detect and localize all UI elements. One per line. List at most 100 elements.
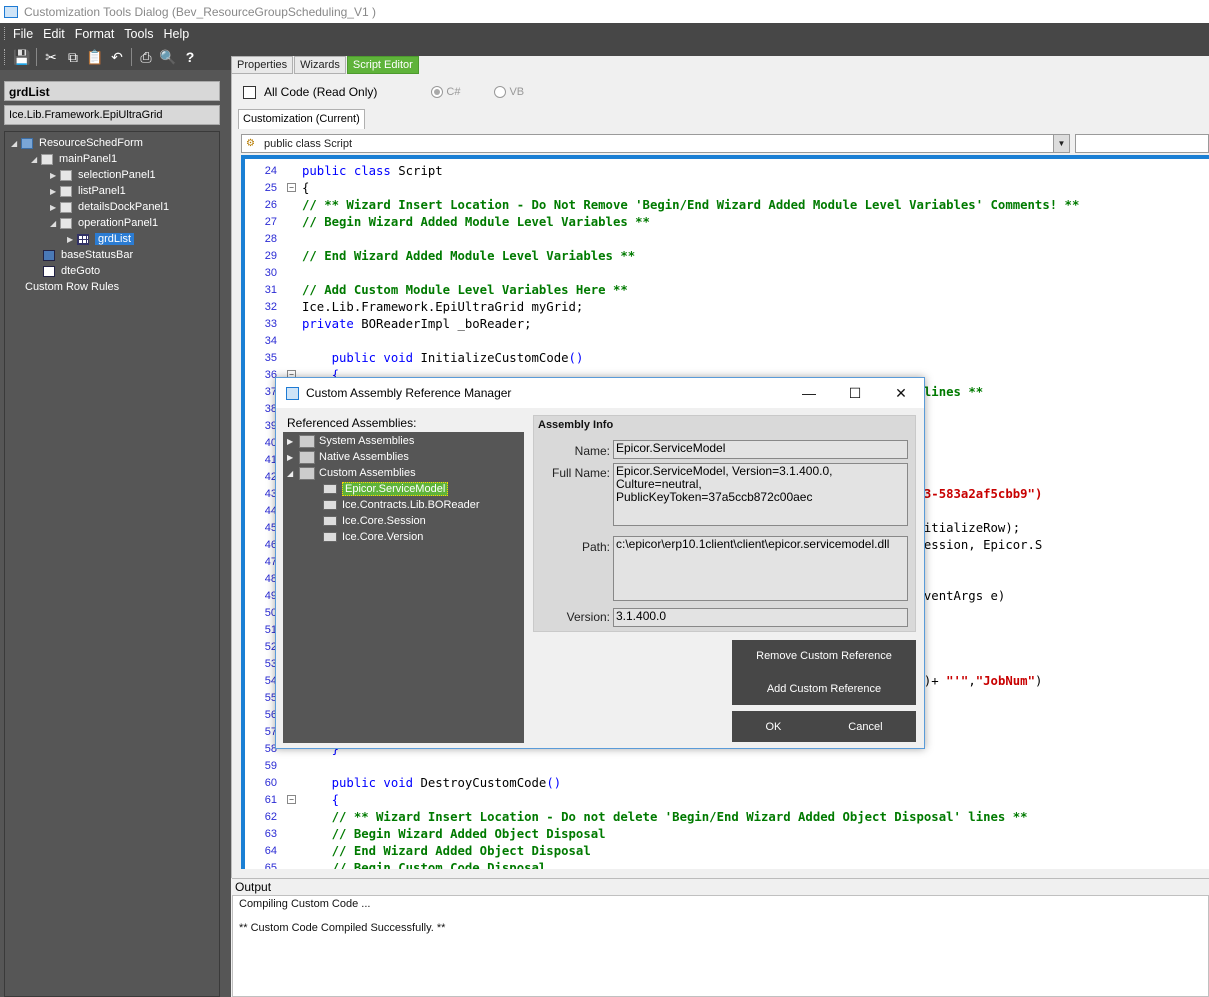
tree-item-assembly[interactable]: Ice.Contracts.Lib.BOReader [323, 497, 480, 513]
all-code-toggle[interactable]: All Code (Read Only) C# VB [243, 85, 524, 99]
add-custom-reference-button[interactable]: Add Custom Reference [767, 683, 881, 695]
expand-arrow-icon[interactable]: ▶ [50, 203, 60, 212]
code-line: 26 // ** Wizard Insert Location - Do Not … [245, 196, 1209, 213]
tree-item-listpanel1[interactable]: ▶ listPanel1 [50, 183, 126, 199]
find-icon[interactable]: 🔍 [157, 46, 179, 68]
code-text: // ** Wizard Insert Location - Do Not Re… [302, 198, 1079, 212]
code-line: 64 // End Wizard Added Object Disposal [245, 842, 1209, 859]
print-icon[interactable]: ⎙ [135, 46, 157, 68]
tree-item-dtegoto[interactable]: dteGoto [43, 263, 100, 279]
assembly-icon [323, 484, 337, 494]
line-number: 57 [264, 725, 277, 738]
code-token: Ice.Lib.Framework.EpiUltraGrid myGrid; [302, 299, 584, 314]
collapse-arrow-icon[interactable]: ◢ [31, 155, 41, 164]
copy-icon[interactable]: ⧉ [62, 46, 84, 68]
tab-script-editor[interactable]: Script Editor [346, 56, 419, 74]
tree-item-assembly[interactable]: Ice.Core.Session [323, 513, 426, 529]
cancel-button[interactable]: Cancel [848, 721, 882, 733]
tree-item-operationpanel1[interactable]: ◢ operationPanel1 [50, 215, 158, 231]
output-label: Output [232, 878, 1209, 895]
close-icon[interactable]: ✕ [878, 378, 924, 408]
tree-item-native-assemblies[interactable]: ▶ Native Assemblies [287, 449, 409, 465]
code-keyword: () [568, 350, 584, 365]
code-line: 32 Ice.Lib.Framework.EpiUltraGrid myGrid; [245, 298, 1209, 315]
collapse-arrow-icon[interactable]: ◢ [11, 139, 21, 148]
reference-buttons-group: Remove Custom Reference Add Custom Refer… [732, 640, 916, 705]
menu-file[interactable]: File [13, 27, 33, 41]
fold-toggle-icon[interactable]: − [287, 795, 296, 804]
tree-item-custom-row-rules[interactable]: Custom Row Rules [25, 279, 119, 295]
save-icon[interactable]: 💾 [11, 46, 33, 68]
code-text: // Add Custom Module Level Variables Her… [302, 283, 628, 297]
member-selector[interactable] [1075, 134, 1209, 153]
code-line: 63 // Begin Wizard Added Object Disposal [245, 825, 1209, 842]
code-string: "'" [946, 673, 969, 688]
code-line: 65 // Begin Custom Code Disposal [245, 859, 1209, 870]
path-field[interactable]: c:\epicor\erp10.1client\client\epicor.se… [613, 536, 908, 601]
tree-item-system-assemblies[interactable]: ▶ System Assemblies [287, 433, 414, 449]
remove-custom-reference-button[interactable]: Remove Custom Reference [756, 650, 892, 662]
cut-icon[interactable]: ✂ [40, 46, 62, 68]
line-number: 65 [264, 861, 277, 870]
expand-arrow-icon[interactable]: ▶ [50, 171, 60, 180]
code-comment: // Add Custom Module Level Variables Her… [302, 282, 628, 297]
dialog-action-buttons: OK Cancel [732, 711, 916, 742]
tab-properties[interactable]: Properties [231, 56, 294, 74]
menu-bar: File Edit Format Tools Help [0, 23, 1209, 44]
undo-icon[interactable]: ↶ [106, 46, 128, 68]
menu-help[interactable]: Help [163, 27, 189, 41]
tree-item-mainpanel1[interactable]: ◢ mainPanel1 [31, 151, 117, 167]
name-field[interactable]: Epicor.ServiceModel [613, 440, 908, 459]
radio-csharp[interactable]: C# [431, 86, 460, 98]
class-selector[interactable]: ⚙ public class Script ▼ [241, 134, 1070, 153]
expand-arrow-icon[interactable]: ▶ [287, 453, 299, 462]
line-number: 53 [264, 657, 277, 670]
assembly-icon [323, 500, 337, 510]
tree-item-label: listPanel1 [78, 185, 126, 197]
tree-item-selectionpanel1[interactable]: ▶ selectionPanel1 [50, 167, 156, 183]
all-code-label: All Code (Read Only) [264, 85, 378, 99]
tree-item-resourceschedform[interactable]: ◢ ResourceSchedForm [11, 135, 143, 151]
collapse-arrow-icon[interactable]: ◢ [50, 219, 60, 228]
menu-tools[interactable]: Tools [124, 27, 153, 41]
menu-format[interactable]: Format [75, 27, 115, 41]
maximize-icon[interactable]: ☐ [832, 378, 878, 408]
statusbar-icon [43, 249, 55, 261]
expand-arrow-icon[interactable]: ▶ [287, 437, 299, 446]
line-number: 25 [264, 181, 277, 194]
fullname-field[interactable]: Epicor.ServiceModel, Version=3.1.400.0, … [613, 463, 908, 526]
code-line: 30 [245, 264, 1209, 281]
folder-icon [299, 434, 315, 448]
tree-item-label: operationPanel1 [78, 217, 159, 229]
minimize-icon[interactable]: — [786, 378, 832, 408]
code-line: 35 public void InitializeCustomCode() [245, 349, 1209, 366]
line-number: 64 [264, 844, 277, 857]
tree-item-assembly[interactable]: Epicor.ServiceModel [323, 481, 449, 497]
tree-item-detailsdockpanel1[interactable]: ▶ detailsDockPanel1 [50, 199, 169, 215]
expand-arrow-icon[interactable]: ▶ [67, 235, 77, 244]
menu-edit[interactable]: Edit [43, 27, 65, 41]
tree-item-basestatusbar[interactable]: baseStatusBar [43, 247, 133, 263]
code-keyword: public void [302, 775, 421, 790]
tab-wizards[interactable]: Wizards [294, 56, 346, 74]
radio-vb[interactable]: VB [494, 86, 524, 98]
version-field[interactable]: 3.1.400.0 [613, 608, 908, 627]
tree-item-assembly[interactable]: Ice.Core.Version [323, 529, 423, 545]
output-line: ** Custom Code Compiled Successfully. ** [239, 922, 446, 934]
radio-csharp-label: C# [446, 86, 461, 98]
code-line: 59 [245, 757, 1209, 774]
tree-item-custom-assemblies[interactable]: ◢ Custom Assemblies [287, 465, 416, 481]
collapse-arrow-icon[interactable]: ◢ [287, 469, 299, 478]
tab-customization-current[interactable]: Customization (Current) [238, 109, 365, 129]
tree-item-label: Ice.Core.Version [342, 531, 424, 543]
code-text: Ice.Lib.Framework.EpiUltraGrid myGrid; [302, 300, 583, 314]
tree-item-grdlist[interactable]: ▶ grdList [67, 231, 135, 247]
ok-button[interactable]: OK [765, 721, 781, 733]
all-code-checkbox[interactable] [243, 85, 256, 99]
dropdown-arrow-icon[interactable]: ▼ [1053, 135, 1069, 152]
paste-icon[interactable]: 📋 [84, 46, 106, 68]
expand-arrow-icon[interactable]: ▶ [50, 187, 60, 196]
help-icon[interactable]: ? [179, 46, 201, 68]
line-number: 36 [264, 368, 277, 381]
fold-toggle-icon[interactable]: − [287, 183, 296, 192]
